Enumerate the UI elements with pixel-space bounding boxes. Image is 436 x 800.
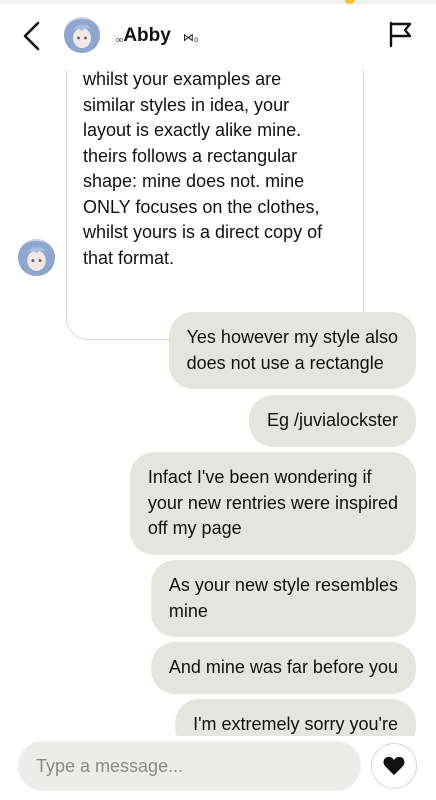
- sent-message-bubble: Infact I've been wondering if your new r…: [129, 452, 416, 555]
- message-line: mine: [168, 600, 208, 621]
- heart-icon: [383, 756, 405, 776]
- name-suffix-decoration: ⋈₀: [182, 32, 199, 44]
- received-message-bubble: whilst your examples are similar styles …: [66, 56, 364, 340]
- sent-message-bubble: I'm extremely sorry you're: [175, 699, 416, 736]
- message-line: your new rentries were inspired: [147, 492, 398, 513]
- message-line: off my page: [147, 518, 242, 538]
- avatar-image: [64, 17, 100, 53]
- status-strip: [0, 0, 436, 4]
- report-flag-button[interactable]: [384, 18, 416, 50]
- message-line: shape: mine does not. mine: [83, 171, 305, 191]
- like-button[interactable]: [371, 743, 417, 789]
- sent-message-bubble: And mine was far before you: [150, 642, 416, 694]
- message-input[interactable]: [18, 741, 361, 791]
- message-line: that format.: [83, 247, 175, 268]
- message-thread[interactable]: whilst your examples are similar styles …: [0, 56, 436, 736]
- contact-name[interactable]: ₀₀ Abby ⋈₀: [116, 25, 198, 47]
- message-line: theirs follows a rectangular: [83, 145, 298, 166]
- name-prefix-decoration: ₀₀: [116, 33, 123, 44]
- message-line: As your new style resembles: [168, 575, 398, 595]
- message-line: I'm extremely sorry you're: [193, 714, 398, 734]
- message-line: layout is exactly alike mine.: [83, 120, 302, 140]
- notification-dot: [345, 0, 355, 4]
- chevron-left-icon: [23, 21, 40, 51]
- message-composer: [0, 736, 436, 800]
- message-line: whilst your examples are: [83, 69, 282, 89]
- avatar-image: [18, 239, 55, 276]
- contact-name-text: Abby: [123, 25, 171, 46]
- message-line: Eg /juvialockster: [266, 410, 398, 430]
- contact-avatar[interactable]: [64, 17, 100, 53]
- message-line: And mine was far before you: [168, 657, 398, 677]
- message-line: Infact I've been wondering if: [147, 467, 372, 487]
- message-line: ONLY focuses on the clothes,: [83, 196, 320, 217]
- message-line: does not use a rectangle: [186, 352, 384, 373]
- back-button[interactable]: [14, 18, 50, 54]
- chat-header: ₀₀ Abby ⋈₀: [0, 0, 436, 70]
- message-line: similar styles in idea, your: [83, 94, 290, 115]
- message-line: whilst yours is a direct copy of: [83, 222, 323, 242]
- sender-avatar[interactable]: [18, 239, 55, 276]
- sent-message-bubble: Yes however my style also does not use a…: [168, 312, 416, 389]
- sent-message-bubble: As your new style resembles mine: [150, 560, 416, 637]
- flag-icon: [389, 21, 412, 48]
- sent-message-bubble: Eg /juvialockster: [248, 395, 416, 447]
- message-line: Yes however my style also: [186, 327, 398, 347]
